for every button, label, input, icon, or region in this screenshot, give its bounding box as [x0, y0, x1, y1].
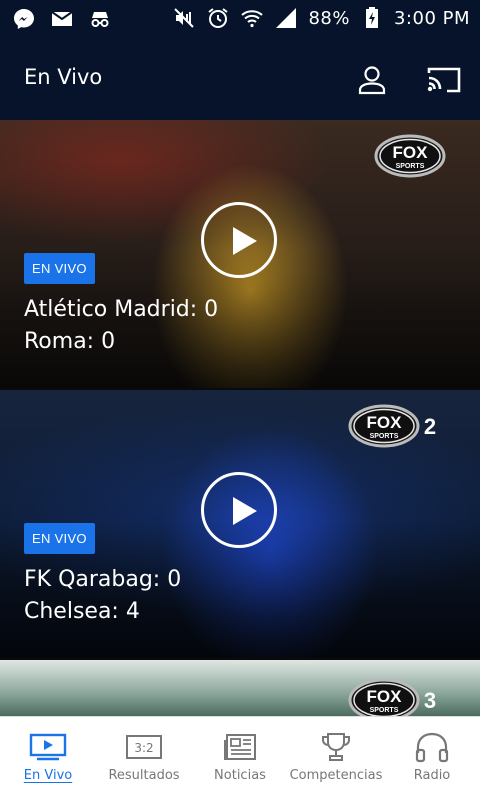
team-score-home: Atlético Madrid: 0	[24, 297, 219, 322]
signal-icon	[276, 8, 297, 28]
headphones-icon	[415, 732, 449, 763]
mute-icon	[174, 8, 195, 28]
svg-text:FOX: FOX	[393, 143, 429, 162]
nav-label: Noticias	[214, 768, 266, 783]
live-badge: EN VIVO	[24, 523, 95, 554]
svg-text:SPORTS: SPORTS	[370, 707, 399, 714]
mail-icon	[51, 11, 73, 26]
nav-item-en-vivo[interactable]: En Vivo	[0, 717, 96, 800]
newspaper-icon	[224, 734, 256, 760]
trophy-icon	[322, 733, 350, 761]
tv-icon	[29, 733, 67, 761]
incognito-icon	[91, 12, 109, 27]
nav-label: En Vivo	[23, 768, 73, 783]
live-match-card[interactable]: FOX SPORTS 3	[0, 660, 480, 716]
wifi-icon	[241, 10, 264, 28]
scoreboard-text: 3:2	[134, 741, 153, 755]
messenger-icon	[14, 9, 34, 29]
nav-label: Radio	[413, 768, 451, 783]
live-feed[interactable]: FOX SPORTS EN VIVO Atlético Madrid: 0 Ro…	[0, 120, 480, 716]
live-match-card[interactable]: FOX SPORTS EN VIVO Atlético Madrid: 0 Ro…	[0, 120, 480, 388]
svg-text:SPORTS: SPORTS	[370, 433, 399, 440]
nav-item-noticias[interactable]: Noticias	[192, 717, 288, 800]
play-button[interactable]	[201, 472, 277, 548]
play-button[interactable]	[201, 202, 277, 278]
clock: 3:00 PM	[393, 7, 470, 29]
fox-sports-2-logo: FOX SPORTS 2	[348, 404, 436, 448]
nav-item-competencias[interactable]: Competencias	[288, 717, 384, 800]
svg-text:SPORTS: SPORTS	[396, 163, 425, 170]
nav-item-resultados[interactable]: 3:2 Resultados	[96, 717, 192, 800]
user-icon[interactable]	[356, 64, 388, 96]
svg-text:2: 2	[424, 414, 436, 439]
svg-text:FOX: FOX	[367, 687, 403, 706]
battery-icon	[365, 7, 378, 28]
team-score-home: FK Qarabag: 0	[24, 567, 182, 592]
svg-text:FOX: FOX	[367, 413, 403, 432]
cast-icon[interactable]	[425, 64, 463, 96]
svg-text:3: 3	[424, 688, 436, 713]
battery-percent: 88%	[308, 7, 350, 29]
live-match-card[interactable]: FOX SPORTS 2 EN VIVO FK Qarabag: 0 Chels…	[0, 390, 480, 658]
nav-label: Competencias	[289, 768, 383, 783]
fox-sports-3-logo: FOX SPORTS 3	[348, 678, 436, 716]
page-title: En Vivo	[24, 65, 103, 89]
live-badge: EN VIVO	[24, 253, 95, 284]
status-bar: 88% 3:00 PM	[0, 0, 480, 37]
bottom-navigation: En Vivo 3:2 Resultados Noticias Competen…	[0, 716, 480, 800]
alarm-icon	[208, 8, 229, 28]
team-score-away: Roma: 0	[24, 329, 116, 354]
team-score-away: Chelsea: 4	[24, 599, 140, 624]
nav-item-radio[interactable]: Radio	[384, 717, 480, 800]
app-bar: En Vivo	[0, 37, 480, 120]
scoreboard-icon: 3:2	[126, 735, 162, 759]
fox-sports-logo: FOX SPORTS	[374, 134, 446, 178]
nav-label: Resultados	[108, 768, 180, 783]
